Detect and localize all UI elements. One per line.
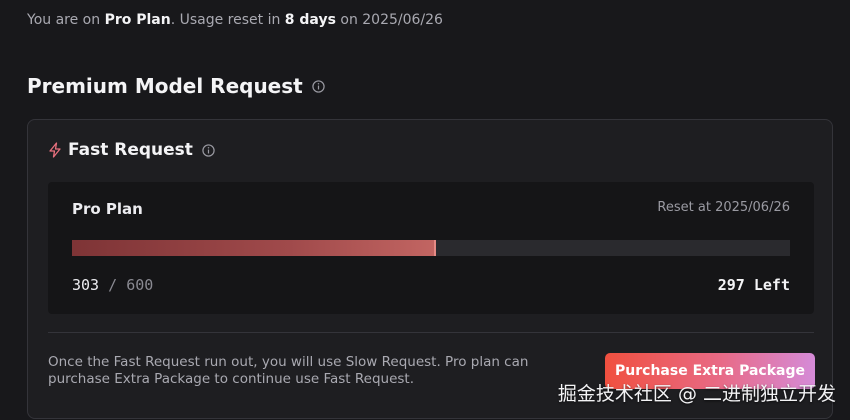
- reset-date: Reset at 2025/06/26: [657, 200, 790, 215]
- used-count: 303: [72, 276, 100, 294]
- usage-prefix: You are on: [27, 12, 105, 28]
- count-separator: /: [108, 276, 118, 294]
- usage-progress-bar: [72, 240, 790, 256]
- usage-summary: You are on Pro Plan. Usage reset in 8 da…: [27, 12, 443, 28]
- info-icon[interactable]: [312, 79, 325, 93]
- plan-usage-box: Pro Plan Reset at 2025/06/26 303 / 600 2…: [48, 182, 814, 314]
- usage-reset-date: on 2025/06/26: [335, 12, 443, 28]
- usage-page: You are on Pro Plan. Usage reset in 8 da…: [0, 0, 850, 420]
- watermark: 掘金技术社区 @ 二进制独立开发: [557, 383, 836, 405]
- remaining-count: 297 Left: [717, 276, 790, 294]
- fast-request-title: Fast Request: [68, 140, 193, 160]
- section-title-text: Premium Model Request: [27, 74, 303, 98]
- usage-count: 303 / 600: [72, 276, 153, 294]
- fast-request-card: Fast Request Pro Plan Reset at 2025/06/2…: [27, 119, 833, 419]
- plan-name: Pro Plan: [72, 200, 143, 218]
- total-count: 600: [126, 276, 154, 294]
- divider: [48, 332, 814, 333]
- info-icon[interactable]: [202, 143, 215, 157]
- usage-progress-fill: [72, 240, 436, 256]
- current-plan: Pro Plan: [104, 12, 171, 28]
- section-title: Premium Model Request: [27, 74, 325, 98]
- fast-request-note: Once the Fast Request run out, you will …: [48, 354, 529, 387]
- reset-days: 8 days: [284, 12, 336, 28]
- fast-request-header: Fast Request: [48, 140, 215, 160]
- usage-middle: . Usage reset in: [170, 12, 285, 28]
- lightning-bolt-icon: [48, 142, 62, 158]
